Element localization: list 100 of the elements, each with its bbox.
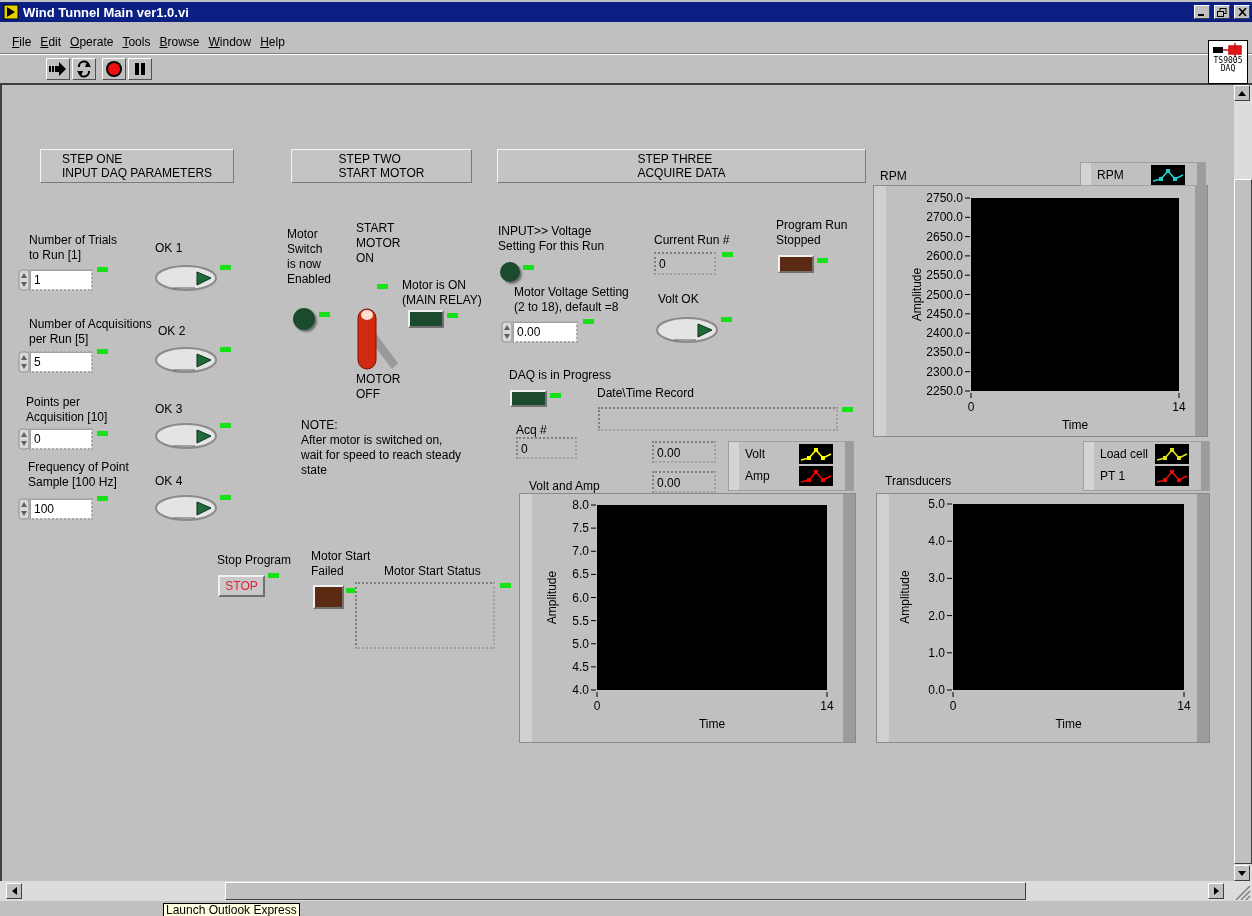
indicator-label: DAQ is in Progress — [509, 368, 612, 383]
control-label: Points per Acquisition [10] — [26, 395, 108, 425]
indicator-mark — [377, 284, 388, 289]
button-label: OK 2 — [158, 324, 186, 339]
close-button[interactable] — [1234, 5, 1250, 19]
indicator-label: Motor Start Failed — [311, 549, 371, 579]
button-label: OK 3 — [155, 402, 183, 417]
menu-item[interactable]: File — [12, 35, 32, 49]
tick-label: 2700.0 — [926, 210, 963, 225]
scrollbar-thumb[interactable] — [225, 882, 1026, 900]
control-label: Number of Acquisitions per Run [5] — [29, 317, 152, 347]
button-label: OK 1 — [155, 241, 183, 256]
menu-item[interactable]: Operate — [70, 35, 114, 49]
indicator-mark — [268, 573, 279, 578]
value-display: 0 — [516, 437, 577, 459]
legend-label: Volt — [745, 447, 765, 461]
minimize-button[interactable] — [1194, 5, 1210, 19]
tick-label: 5.5 — [572, 613, 589, 628]
indicator-label: Motor Switch is now Enabled — [287, 227, 332, 287]
indicator-mark — [721, 317, 732, 322]
menu-item[interactable]: Edit — [40, 35, 62, 49]
tick-label: 6.5 — [572, 567, 589, 582]
spinner-icon[interactable] — [18, 428, 30, 450]
indicator-mark — [319, 312, 330, 317]
menu-item[interactable]: Window — [208, 35, 252, 49]
tick-label: 14 — [1177, 699, 1191, 713]
line-sample-icon — [799, 444, 833, 464]
oval-button[interactable] — [155, 421, 219, 451]
tick-label: 5.0 — [928, 497, 945, 511]
menu-item[interactable]: Browse — [159, 35, 200, 49]
tick-label: 4.0 — [928, 534, 945, 549]
tick-label: 5.0 — [572, 636, 589, 651]
number-field[interactable]: 0.00 — [513, 322, 577, 342]
tick-label: 2350.0 — [926, 345, 963, 360]
pause-icon — [134, 62, 146, 75]
indicator-mark — [550, 393, 561, 398]
restore-icon — [1217, 7, 1227, 17]
spinner-icon[interactable] — [18, 351, 30, 373]
tick-label: 14 — [1172, 400, 1186, 414]
run-button[interactable] — [46, 57, 70, 80]
number-field[interactable]: 5 — [30, 352, 92, 372]
spinner-icon[interactable] — [18, 498, 30, 520]
run-continuously-button[interactable] — [72, 57, 96, 80]
indicator-mark — [220, 265, 231, 270]
spinner-icon[interactable] — [18, 269, 30, 291]
indicator-mark — [97, 496, 108, 501]
arrow-icon — [49, 61, 67, 76]
graph-title: RPM — [880, 169, 907, 184]
spinner-icon[interactable] — [501, 321, 513, 343]
button-label: OK 4 — [155, 474, 183, 489]
menu-item[interactable]: Tools — [122, 35, 151, 49]
value-display: 0.00 — [652, 441, 716, 463]
tick-label: 4.0 — [572, 683, 589, 697]
scroll-right-button[interactable] — [1208, 883, 1224, 899]
step-header: STEP ONE INPUT DAQ PARAMETERS — [40, 149, 234, 183]
close-icon — [1237, 8, 1247, 16]
tick-label: 8.0 — [572, 498, 589, 512]
scroll-left-button[interactable] — [6, 883, 22, 899]
tick-label: 4.5 — [572, 659, 589, 674]
cycle-arrows-icon — [75, 59, 93, 78]
tick-label: 2600.0 — [926, 248, 963, 263]
tick-label: 0 — [967, 400, 975, 414]
vi-icon: TS9005 DAQ — [1208, 40, 1248, 84]
restore-button[interactable] — [1214, 5, 1230, 19]
line-sample-icon — [1151, 165, 1185, 185]
indicator-label: Current Run # — [654, 233, 730, 248]
indicator-mark — [817, 258, 828, 263]
pause-button[interactable] — [128, 57, 152, 80]
abort-button[interactable] — [102, 57, 126, 80]
oval-button[interactable] — [155, 493, 219, 523]
tick-label: 2450.0 — [926, 306, 963, 321]
oval-button[interactable] — [656, 315, 720, 345]
legend-label: RPM — [1097, 168, 1124, 182]
tick-label: 2750.0 — [926, 191, 963, 205]
indicator-mark — [842, 407, 853, 412]
button-label: Stop Program — [217, 553, 292, 568]
control-label: Frequency of Point Sample [100 Hz] — [28, 460, 129, 490]
tick-label: 2.0 — [928, 608, 945, 623]
indicator-mark — [500, 583, 511, 588]
scroll-up-button[interactable] — [1234, 85, 1250, 101]
number-field[interactable]: 100 — [30, 499, 92, 519]
tick-label: 2500.0 — [926, 287, 963, 302]
indicator-mark — [722, 252, 733, 257]
indicator-mark — [583, 319, 594, 324]
axis-title: Time — [698, 717, 726, 731]
oval-button[interactable] — [155, 345, 219, 375]
oval-button[interactable] — [155, 263, 219, 293]
switch-label: START MOTOR ON — [356, 221, 401, 266]
number-field[interactable]: 0 — [30, 429, 92, 449]
indicator-label: Acq # — [516, 423, 547, 438]
indicator-label: Date\Time Record — [597, 386, 694, 401]
scrollbar-thumb[interactable] — [1234, 179, 1252, 864]
axis-title: Amplitude — [545, 570, 559, 625]
scroll-down-button[interactable] — [1234, 865, 1250, 881]
menu-item[interactable]: Help — [260, 35, 285, 49]
down-arrow-icon — [1238, 870, 1246, 876]
indicator-label: Motor Start Status — [384, 564, 481, 579]
indicator-label: INPUT>> Voltage Setting For this Run — [498, 224, 605, 254]
left-arrow-icon — [11, 887, 17, 895]
number-field[interactable]: 1 — [30, 270, 92, 290]
